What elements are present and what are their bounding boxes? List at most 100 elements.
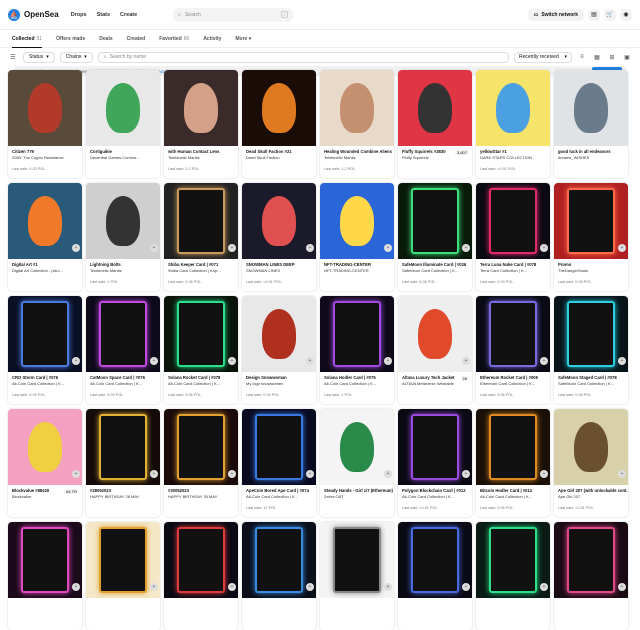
nav-drops[interactable]: Drops: [71, 12, 87, 18]
nft-card[interactable]: + NFT-TRADING-CENTER NFT-TRADING-CENTER: [320, 183, 394, 291]
opensea-logo[interactable]: ⛵ OpenSea: [8, 8, 59, 21]
nft-card[interactable]: +: [8, 522, 82, 630]
add-to-cart-icon[interactable]: +: [462, 244, 470, 252]
add-to-cart-icon[interactable]: +: [72, 357, 80, 365]
nft-card[interactable]: + Digital Art #1 Digital Art Collection - …: [8, 183, 82, 291]
nft-card[interactable]: +: [242, 522, 316, 630]
nft-image[interactable]: [164, 522, 238, 598]
global-search-input[interactable]: ⌕ Search /: [173, 7, 294, 22]
nft-image[interactable]: [86, 296, 160, 372]
nft-image[interactable]: [398, 409, 472, 485]
nft-card[interactable]: +: [398, 522, 472, 630]
nft-image[interactable]: [476, 70, 550, 146]
switch-network-button[interactable]: ▭ Switch network: [527, 8, 584, 21]
nft-image[interactable]: [476, 409, 550, 485]
add-to-cart-icon[interactable]: +: [618, 357, 626, 365]
nft-image[interactable]: [398, 70, 472, 146]
nft-image[interactable]: [86, 409, 160, 485]
tab-offers-made[interactable]: Offers made: [56, 36, 85, 42]
add-to-cart-icon[interactable]: +: [72, 583, 80, 591]
tab-activity[interactable]: Activity: [203, 36, 221, 42]
profile-icon[interactable]: ◉: [620, 8, 632, 21]
add-to-cart-icon[interactable]: +: [150, 470, 158, 478]
nft-image[interactable]: [320, 183, 394, 259]
add-to-cart-icon[interactable]: +: [150, 583, 158, 591]
nft-image[interactable]: [554, 70, 628, 146]
add-to-cart-icon[interactable]: +: [462, 357, 470, 365]
nft-image[interactable]: [8, 296, 82, 372]
nft-card[interactable]: + CatMoon Space Card | #076 Alt-Coin Card …: [86, 296, 160, 404]
nft-card[interactable]: Dead Skull Faction #21 Dead Skull Faction: [242, 70, 316, 178]
nft-image[interactable]: [554, 522, 628, 598]
nft-image[interactable]: [476, 296, 550, 372]
sort-select[interactable]: Recently received ▾: [514, 51, 572, 63]
add-to-cart-icon[interactable]: +: [462, 583, 470, 591]
nft-image[interactable]: [86, 522, 160, 598]
nft-image[interactable]: [476, 183, 550, 259]
add-to-cart-icon[interactable]: +: [306, 357, 314, 365]
nft-card[interactable]: + Solana Hodler Card | #075 Alt-Coin Card …: [320, 296, 394, 404]
nft-card[interactable]: + SNOWMAN LINES DEEP SNOWMAN LINES Last sal…: [242, 183, 316, 291]
add-to-cart-icon[interactable]: +: [72, 470, 80, 478]
grid-view-icon[interactable]: ▦: [592, 52, 602, 62]
add-to-cart-icon[interactable]: +: [306, 470, 314, 478]
nft-image[interactable]: [164, 183, 238, 259]
nft-card[interactable]: + Lightning Bolts Telekinetic Mantis Last s…: [86, 183, 160, 291]
nft-card[interactable]: +: [86, 522, 160, 630]
nft-image[interactable]: [242, 70, 316, 146]
add-to-cart-icon[interactable]: +: [228, 357, 236, 365]
nft-card[interactable]: + SafeMoon Staged Card | #078 SafeMoon Car…: [554, 296, 628, 404]
add-to-cart-icon[interactable]: +: [150, 244, 158, 252]
add-to-cart-icon[interactable]: +: [384, 357, 392, 365]
nft-image[interactable]: [320, 70, 394, 146]
nft-card[interactable]: good luck in all endeavors dreams_WISHES: [554, 70, 628, 178]
nft-card[interactable]: + Terra Luna Nuke Card | #078 Terra Card C…: [476, 183, 550, 291]
tab-deals[interactable]: Deals: [99, 36, 112, 42]
tab-created[interactable]: Created: [127, 36, 146, 42]
nft-card[interactable]: + Altava Luxury Tech Jacket ALTAVA Metaver…: [398, 296, 472, 404]
nft-card[interactable]: + SafeMoon Illuminate Card | #026 SafeMoon…: [398, 183, 472, 291]
nft-card[interactable]: Healing Wounded Combine Aliens Telekineti…: [320, 70, 394, 178]
add-to-cart-icon[interactable]: +: [384, 583, 392, 591]
nft-card[interactable]: + Solana Rocket Card | #078 Alt-Coin Card …: [164, 296, 238, 404]
tab-collected[interactable]: Collected 51: [12, 36, 43, 48]
add-to-cart-icon[interactable]: +: [540, 583, 548, 591]
add-to-cart-icon[interactable]: +: [228, 244, 236, 252]
nft-image[interactable]: [164, 70, 238, 146]
nft-image[interactable]: [242, 183, 316, 259]
tab-more[interactable]: More ▾: [235, 36, 251, 42]
add-to-cart-icon[interactable]: +: [384, 470, 392, 478]
nft-card[interactable]: + #30052023 HAPPY BIRTHDAY 30 MAY: [164, 409, 238, 517]
nft-card[interactable]: + Ethereum Rocket Card | #005 Ethereum Car…: [476, 296, 550, 404]
add-to-cart-icon[interactable]: +: [228, 470, 236, 478]
nft-card[interactable]: + #28052023 HAPPY BIRTHDAY 28 MAY: [86, 409, 160, 517]
wallet-icon[interactable]: ▤: [588, 8, 600, 21]
nft-image[interactable]: [554, 296, 628, 372]
nft-image[interactable]: [86, 183, 160, 259]
status-filter[interactable]: Status ▾: [23, 51, 55, 63]
nft-card[interactable]: Cortiguikie Decentral Games Commo...: [86, 70, 160, 178]
add-to-cart-icon[interactable]: +: [540, 470, 548, 478]
nft-card[interactable]: + Polygon Blockchain Card | #012 Alt-Coin …: [398, 409, 472, 517]
nft-card[interactable]: + ApeCoin Bored Ape Card | #074 Alt-Coin C…: [242, 409, 316, 517]
nft-image[interactable]: [86, 70, 160, 146]
add-to-cart-icon[interactable]: +: [72, 244, 80, 252]
tab-favorited[interactable]: Favorited 60: [159, 36, 189, 42]
nft-card[interactable]: yellowStar #1 DARK STARS COLLECTION Last s…: [476, 70, 550, 178]
nft-card[interactable]: with Human Contact Lens Telekinetic Manti…: [164, 70, 238, 178]
search-by-name-input[interactable]: ⌕ Search by name: [97, 51, 509, 63]
nft-image[interactable]: [398, 296, 472, 372]
nft-card[interactable]: + Ape Girl 207 (with unlockable cont... Ap…: [554, 409, 628, 517]
add-to-cart-icon[interactable]: +: [150, 357, 158, 365]
nft-card[interactable]: + Blockvalue #88420 Blockvalue 64 TR: [8, 409, 82, 517]
nft-card[interactable]: + CRO Storm Card | #076 Alt-Coin Card Coll…: [8, 296, 82, 404]
add-to-cart-icon[interactable]: +: [540, 357, 548, 365]
nft-card[interactable]: +: [476, 522, 550, 630]
nft-image[interactable]: [320, 409, 394, 485]
add-to-cart-icon[interactable]: +: [618, 244, 626, 252]
nft-card[interactable]: + Shiba Keeper Card | #071 Shiba Card Coll…: [164, 183, 238, 291]
nft-card[interactable]: + Promo TheDangerSouls Last sale: 0.06 POL: [554, 183, 628, 291]
nft-card[interactable]: +: [554, 522, 628, 630]
nft-image[interactable]: [164, 296, 238, 372]
nft-image[interactable]: [320, 522, 394, 598]
